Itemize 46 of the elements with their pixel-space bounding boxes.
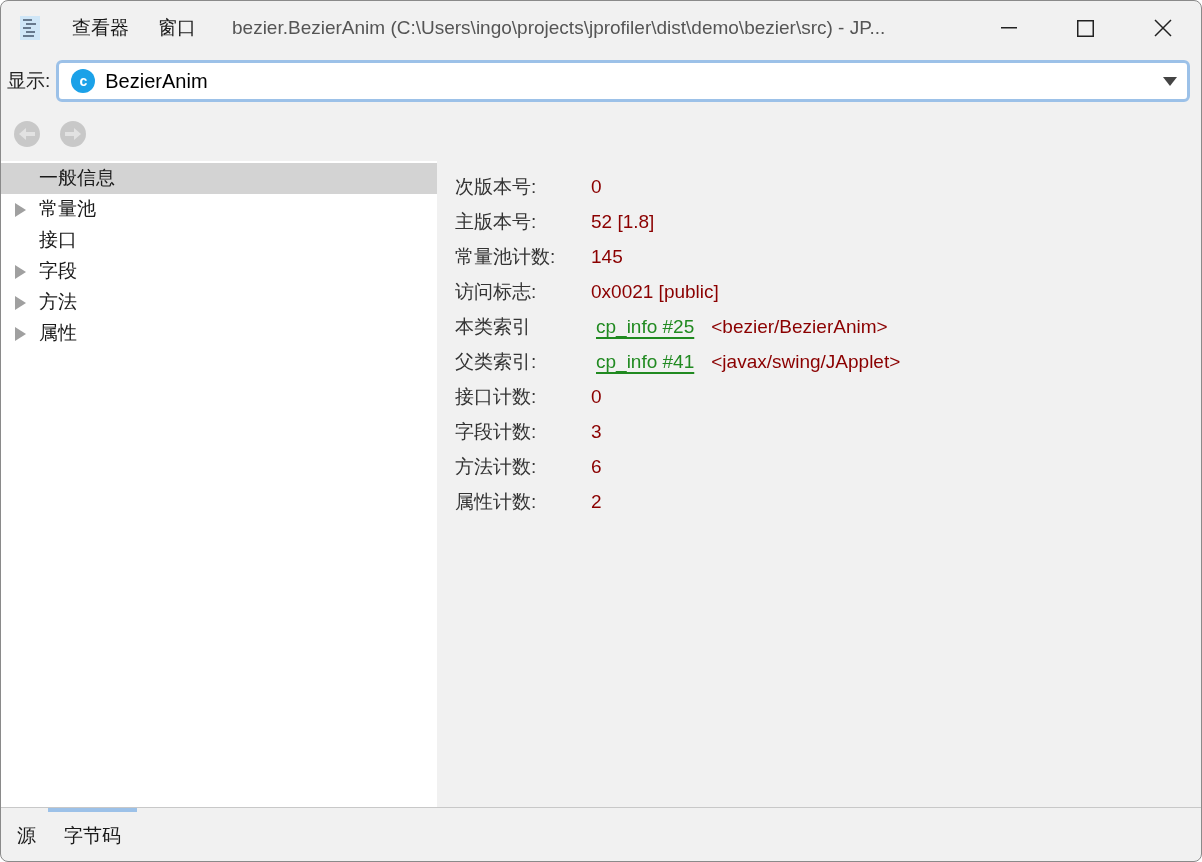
expand-arrow-icon[interactable] bbox=[14, 295, 26, 310]
show-label: 显示: bbox=[7, 68, 51, 93]
reference-link[interactable]: cp_info #25 bbox=[596, 313, 695, 342]
menu-item[interactable]: 查看器 bbox=[72, 13, 129, 43]
expand-arrow-icon[interactable] bbox=[14, 326, 26, 341]
property-value: <javax/swing/JApplet> bbox=[711, 350, 901, 375]
property-value: <bezier/BezierAnim> bbox=[711, 315, 888, 340]
property-value: 145 bbox=[591, 245, 623, 270]
property-label: 常量池计数: bbox=[455, 245, 557, 270]
tree-item[interactable]: 字段 bbox=[1, 256, 437, 287]
property-label: 父类索引: bbox=[455, 350, 538, 375]
tree-item[interactable]: 接口 bbox=[1, 225, 437, 256]
minimize-icon bbox=[1000, 27, 1017, 29]
property-value: 2 bbox=[591, 490, 602, 515]
property-label: 接口计数: bbox=[455, 385, 538, 410]
property-value: 3 bbox=[591, 420, 602, 445]
bottom-tab[interactable]: 源 bbox=[7, 808, 46, 861]
property-label: 方法计数: bbox=[455, 455, 538, 480]
class-name: BezierAnim bbox=[105, 69, 208, 94]
property-label: 本类索引 bbox=[455, 315, 532, 340]
property-label: 次版本号: bbox=[455, 175, 538, 200]
expand-arrow-icon[interactable] bbox=[14, 202, 26, 217]
reference-link[interactable]: cp_info #41 bbox=[596, 348, 695, 377]
property-value: 0x0021 [public] bbox=[591, 280, 719, 305]
close-icon bbox=[1153, 19, 1172, 37]
tree-item[interactable]: 方法 bbox=[1, 287, 437, 318]
tree-item[interactable]: 属性 bbox=[1, 318, 437, 349]
class-badge: c bbox=[71, 69, 96, 93]
tree-item[interactable]: 一般信息 bbox=[1, 163, 437, 194]
app-icon bbox=[20, 16, 40, 40]
property-value: 52 [1.8] bbox=[591, 210, 655, 235]
property-label: 主版本号: bbox=[455, 210, 538, 235]
property-label: 访问标志: bbox=[455, 280, 538, 305]
menu-item[interactable]: 窗口 bbox=[158, 13, 196, 43]
expand-arrow-icon[interactable] bbox=[14, 264, 26, 279]
dropdown-caret-icon bbox=[1163, 76, 1178, 86]
maximize-icon bbox=[1077, 19, 1094, 37]
window-title: bezier.BezierAnim (C:\Users\ingo\projects\jprofiler\dist\demo\bezier\src) - JP... bbox=[232, 15, 886, 40]
property-label: 字段计数: bbox=[455, 420, 538, 445]
class-dropdown[interactable]: c BezierAnim bbox=[56, 60, 1191, 102]
tree-item[interactable]: 常量池 bbox=[1, 194, 437, 225]
property-value: 0 bbox=[591, 385, 602, 410]
property-value: 6 bbox=[591, 455, 602, 480]
bottom-tab[interactable]: 字节码 bbox=[48, 808, 137, 861]
property-label: 属性计数: bbox=[455, 490, 538, 515]
property-value: 0 bbox=[591, 175, 602, 200]
